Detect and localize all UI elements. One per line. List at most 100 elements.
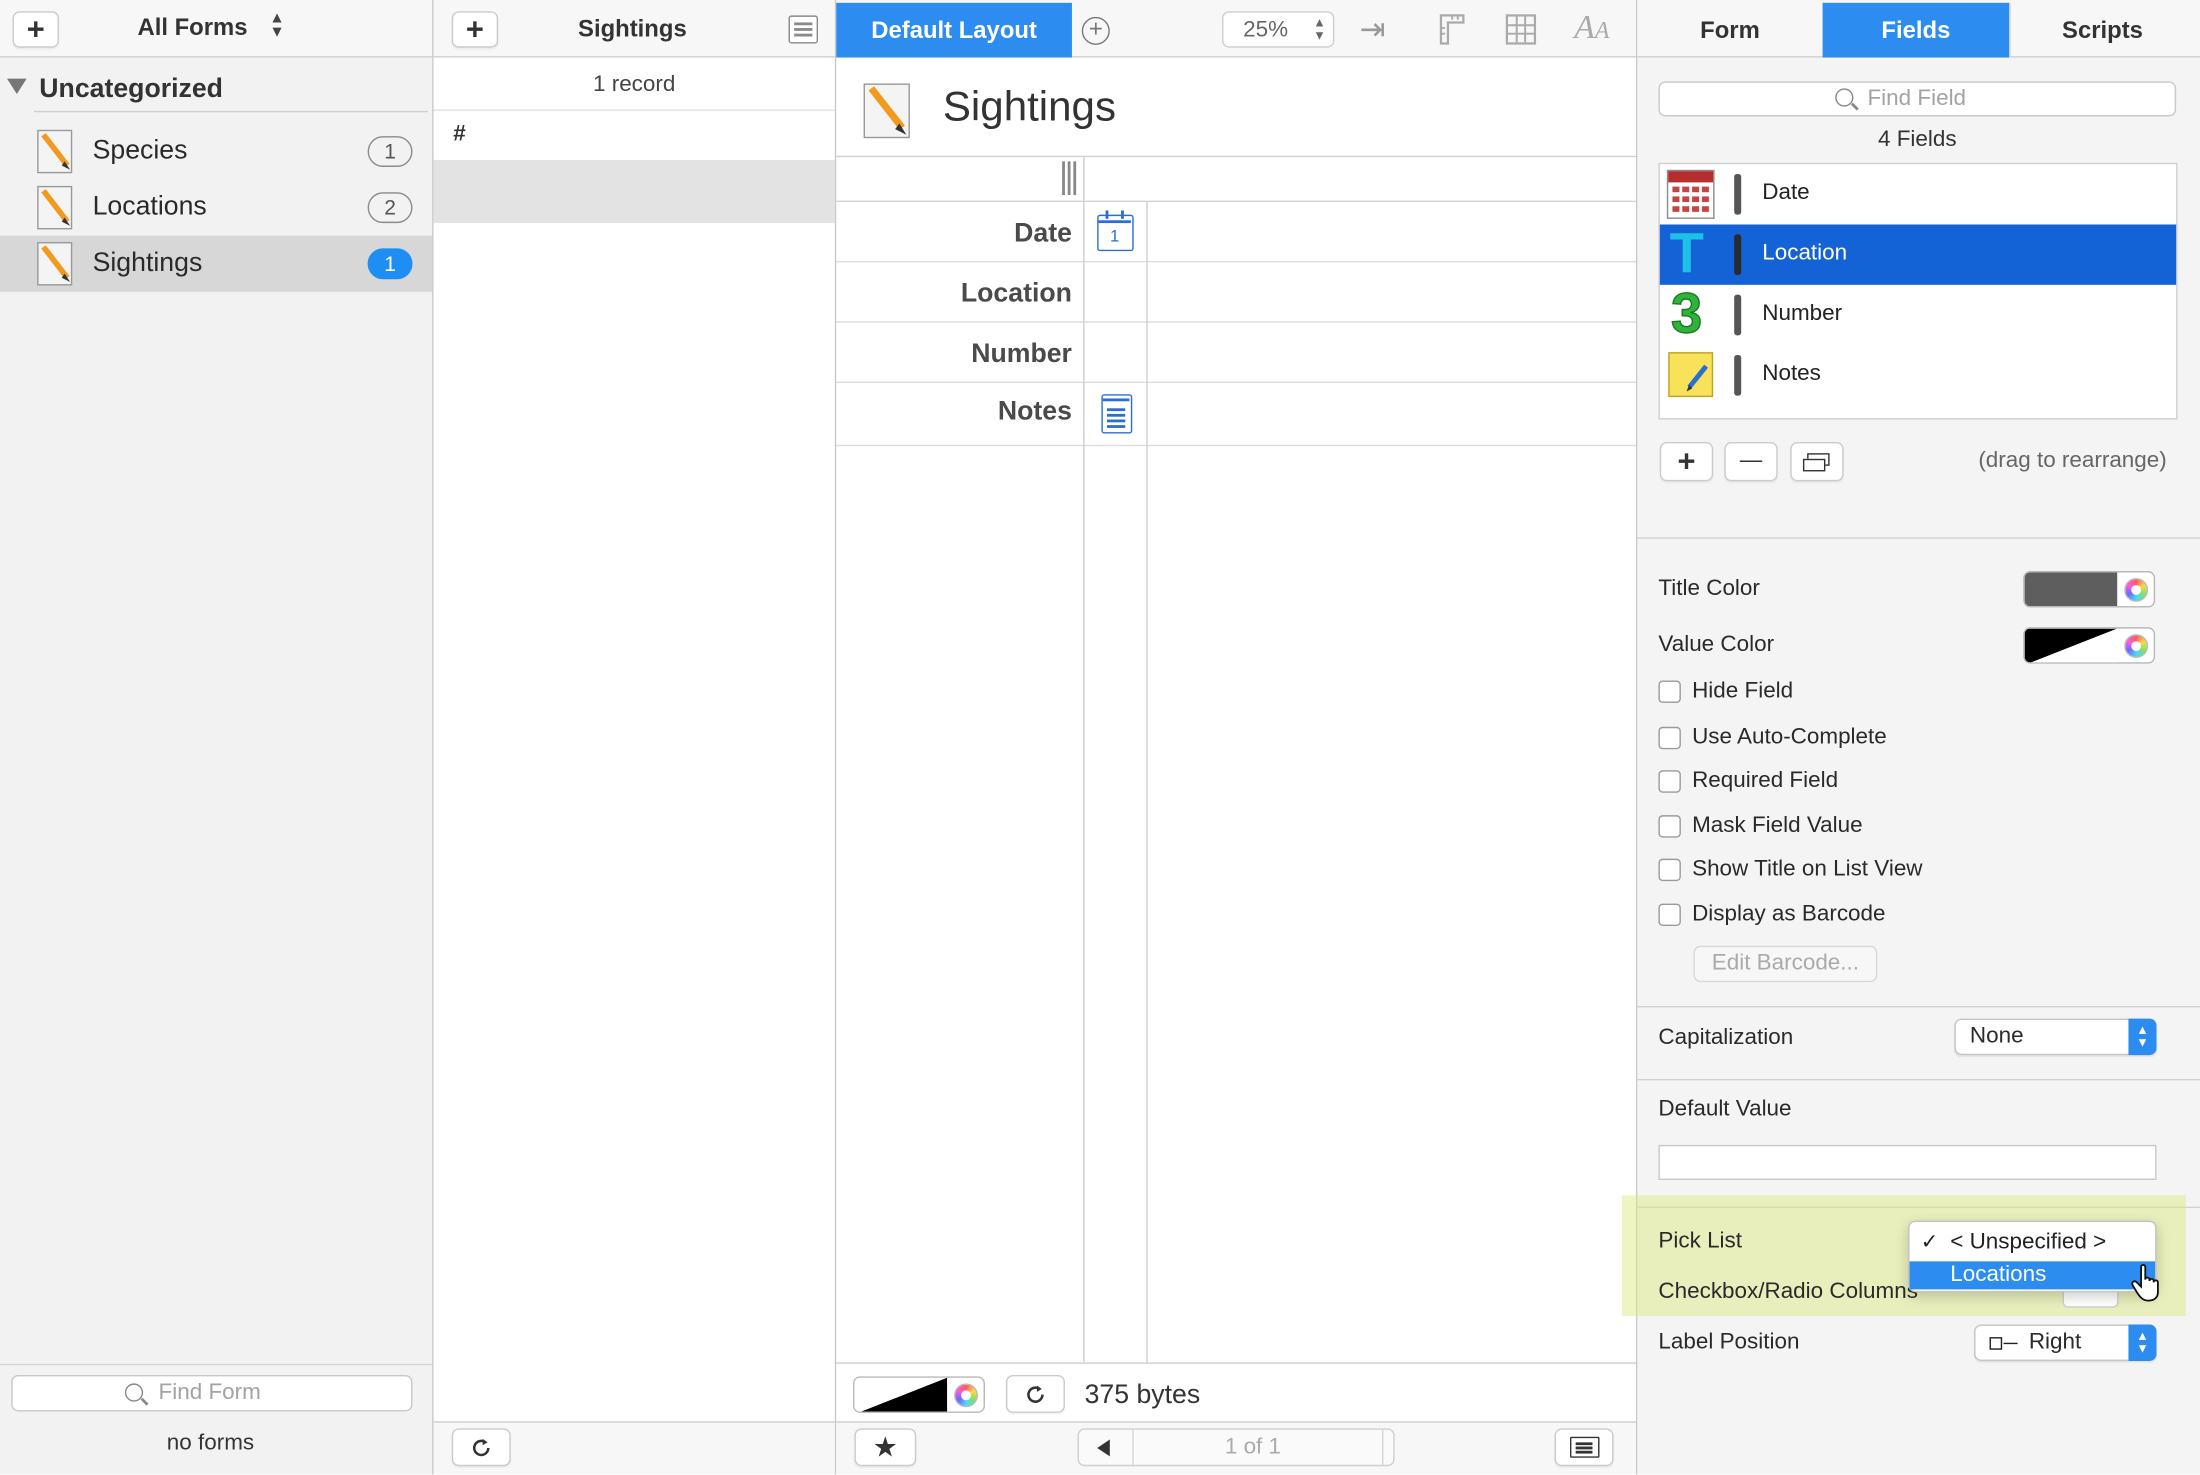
barcode-checkbox[interactable] <box>1658 903 1681 927</box>
value-color-swatch[interactable] <box>2023 627 2156 664</box>
fields-count: 4 Fields <box>1877 127 1957 152</box>
field-list-item-number[interactable]: 3 Number <box>1660 283 2176 346</box>
refresh-layout-button[interactable] <box>1005 1374 1065 1413</box>
field-row-location[interactable]: Location <box>836 262 1636 323</box>
sidebar-item-sightings[interactable]: Sightings 1 <box>0 235 433 292</box>
duplicate-field-button[interactable] <box>1790 441 1844 482</box>
popup-arrows-icon: ▲ ▼ <box>2128 1018 2157 1056</box>
find-form-field[interactable]: Find Form <box>11 1374 413 1412</box>
grid-icon[interactable] <box>1504 13 1538 47</box>
form-icon <box>859 77 918 142</box>
pick-list-label: Pick List <box>1658 1229 1743 1253</box>
favorite-star-button[interactable]: ★ <box>854 1428 917 1467</box>
default-value-label: Default Value <box>1658 1097 1792 1122</box>
stepper-arrows-icon: ▲ ▼ <box>1313 15 1326 43</box>
mask-value-checkbox[interactable] <box>1658 815 1681 838</box>
disclosure-triangle-icon[interactable] <box>7 78 27 95</box>
field-list-label: Notes <box>1762 361 1821 386</box>
number-3-icon: 3 <box>1670 283 1703 346</box>
refresh-records-button[interactable] <box>451 1428 511 1467</box>
zoom-value: 25% <box>1243 18 1289 43</box>
checkmark-icon: ✓ <box>1920 1230 1939 1255</box>
required-field-checkbox[interactable] <box>1658 770 1681 793</box>
tab-fields[interactable]: Fields <box>1822 2 2010 58</box>
field-type-bar <box>1734 234 1742 275</box>
menu-item-locations[interactable]: Locations <box>1909 1261 2156 1290</box>
mouse-cursor-icon <box>2131 1263 2159 1302</box>
label-position-value: Right <box>2028 1330 2082 1354</box>
barcode-label: Display as Barcode <box>1692 902 1886 927</box>
group-header[interactable]: Uncategorized <box>39 74 223 105</box>
field-row-date[interactable]: Date 1 <box>836 202 1636 263</box>
list-options-icon[interactable] <box>788 15 818 44</box>
calendar-icon <box>1666 169 1715 219</box>
layout-footer-divider <box>836 1362 1636 1364</box>
sidebar-item-species[interactable]: Species 1 <box>0 123 432 179</box>
hide-field-label: Hide Field <box>1692 679 1794 703</box>
background-color-swatch[interactable] <box>853 1376 985 1413</box>
app-window: + All Forms ▲ ▼ Uncategorized Species 1 L… <box>0 0 2200 1475</box>
label-right-icon <box>1989 1337 2003 1350</box>
calendar-icon: 1 <box>1097 210 1134 252</box>
field-label: Notes <box>997 397 1072 427</box>
menu-item-label: Locations <box>1950 1262 2047 1287</box>
find-field-input[interactable]: Find Field <box>1658 81 2177 117</box>
field-label: Number <box>971 339 1072 370</box>
pager-control[interactable]: 1 of 1 <box>1077 1428 1395 1467</box>
menu-item-unspecified[interactable]: < Unspecified > <box>1950 1230 2106 1255</box>
sidebar-bottom-divider <box>0 1363 433 1366</box>
show-title-list-checkbox[interactable] <box>1658 858 1681 882</box>
auto-complete-label: Use Auto-Complete <box>1692 725 1887 750</box>
field-label: Date <box>1014 218 1072 249</box>
field-list-item-notes[interactable]: Notes <box>1660 345 2176 405</box>
auto-complete-checkbox[interactable] <box>1658 726 1681 750</box>
find-form-placeholder: Find Form <box>158 1380 261 1405</box>
refresh-icon <box>473 1438 490 1456</box>
tab-scripts[interactable]: Scripts <box>2009 2 2194 58</box>
column-resize-handle[interactable] <box>1062 161 1079 196</box>
form-title: Sightings <box>942 84 1117 131</box>
remove-field-button[interactable]: — <box>1724 441 1778 482</box>
field-type-bar <box>1734 354 1742 396</box>
previous-arrow-icon[interactable] <box>1097 1439 1110 1457</box>
record-count-badge: 1 <box>367 248 413 280</box>
record-view-button[interactable] <box>1554 1428 1614 1467</box>
font-icon[interactable]: AA <box>1574 10 1609 48</box>
add-form-button[interactable]: + <box>12 11 59 48</box>
label-column-guide <box>1083 157 1085 1363</box>
field-row-notes[interactable]: Notes <box>836 383 1636 447</box>
label-position-popup[interactable]: Right ▲ ▼ <box>1974 1324 2157 1361</box>
all-forms-label: All Forms <box>137 14 248 41</box>
show-title-list-label: Show Title on List View <box>1692 857 1923 882</box>
field-type-bar <box>1734 294 1742 336</box>
field-list-item-date[interactable]: Date <box>1660 164 2176 224</box>
required-field-label: Required Field <box>1692 768 1839 793</box>
add-layout-icon[interactable]: + <box>1081 17 1110 45</box>
all-forms-popup[interactable]: All Forms ▲ ▼ <box>137 11 305 48</box>
ruler-icon[interactable] <box>1437 13 1468 47</box>
tab-form[interactable]: Form <box>1637 3 1822 58</box>
capitalization-popup[interactable]: None ▲ ▼ <box>1954 1018 2157 1056</box>
edit-barcode-button[interactable]: Edit Barcode... <box>1693 945 1878 983</box>
hide-field-checkbox[interactable] <box>1658 680 1681 703</box>
field-list-label: Number <box>1762 301 1843 326</box>
field-type-bar <box>1734 173 1742 215</box>
add-field-button[interactable]: + <box>1659 441 1714 482</box>
form-pencil-icon <box>35 128 77 176</box>
tab-default-layout[interactable]: Default Layout <box>836 2 1072 58</box>
field-list-item-location[interactable]: T Location <box>1659 224 2177 285</box>
pick-list-menu[interactable]: ✓ < Unspecified > Locations <box>1908 1220 2157 1293</box>
sidebar-item-locations[interactable]: Locations 2 <box>0 180 432 236</box>
field-row-number[interactable]: Number <box>836 323 1636 384</box>
title-color-swatch[interactable] <box>2023 571 2156 608</box>
zoom-stepper[interactable]: 25% ▲ ▼ <box>1222 11 1335 48</box>
refresh-icon <box>1027 1384 1044 1403</box>
table-row[interactable] <box>433 159 835 224</box>
tab-order-icon[interactable]: ⇥ <box>1360 13 1405 45</box>
color-wheel-icon <box>2124 634 2149 659</box>
default-value-input[interactable] <box>1658 1144 2157 1180</box>
search-icon-handle <box>140 1397 149 1406</box>
value-color-label: Value Color <box>1658 632 1775 657</box>
sidebar-item-label: Species <box>92 136 188 166</box>
add-record-button[interactable]: + <box>451 11 499 48</box>
